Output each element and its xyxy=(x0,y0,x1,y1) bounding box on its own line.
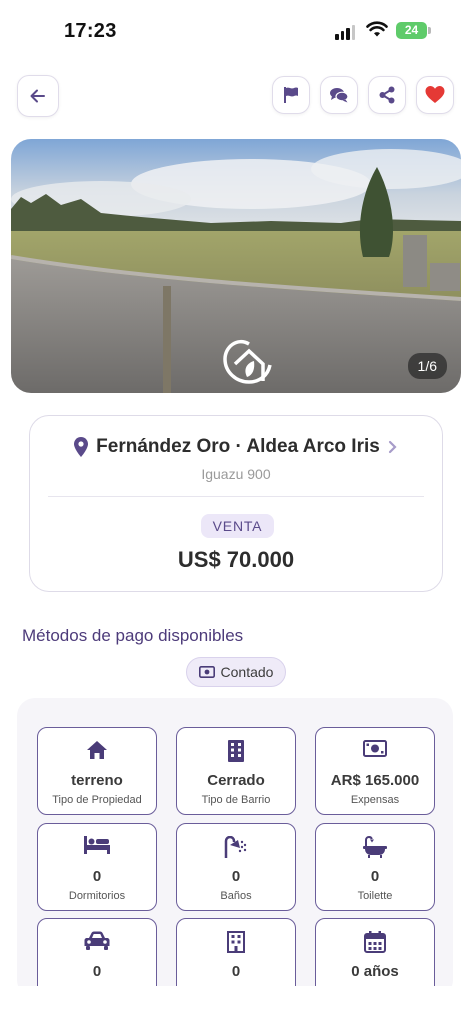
feature-value: 0 años xyxy=(351,963,399,980)
feature-label: Baños xyxy=(220,890,252,902)
share-button[interactable] xyxy=(368,76,406,114)
features-panel: terreno Tipo de Propiedad Cerrado Tipo d… xyxy=(17,698,453,1006)
building-icon xyxy=(228,740,244,762)
car-icon xyxy=(84,931,110,950)
floors-icon xyxy=(227,931,245,953)
feature-value: Cerrado xyxy=(207,772,265,789)
feature-expenses: AR$ 165.000 Expensas xyxy=(315,727,435,815)
feature-bathrooms: 0 Baños xyxy=(176,823,296,911)
feature-value: 0 xyxy=(231,963,241,980)
feature-value: AR$ 165.000 xyxy=(330,772,420,789)
bed-icon xyxy=(84,836,110,854)
feature-label: Expensas xyxy=(350,794,400,806)
property-photo xyxy=(11,139,461,393)
location-link[interactable]: Fernández Oro · Aldea Arco Iris xyxy=(30,436,442,458)
feature-label: Tipo de Barrio xyxy=(201,794,271,806)
arrow-left-icon xyxy=(30,89,45,103)
chat-icon xyxy=(330,88,349,103)
property-detail-screen: 17:23 24 1/6 Fernández Oro · Aldea Arco … xyxy=(0,0,472,1024)
payment-method-label: Contado xyxy=(220,664,274,680)
feature-label: Tipo de Propiedad xyxy=(52,794,142,806)
operation-badge: VENTA xyxy=(201,514,274,538)
feature-value: terreno xyxy=(71,772,123,789)
calendar-icon xyxy=(364,931,386,953)
location-title: Fernández Oro · Aldea Arco Iris xyxy=(96,436,380,457)
status-bar: 17:23 24 xyxy=(0,0,472,62)
photo-gallery[interactable]: 1/6 xyxy=(11,139,461,393)
favorite-button[interactable] xyxy=(416,76,454,114)
feature-value: 0 xyxy=(92,963,102,980)
photo-counter: 1/6 xyxy=(407,353,447,379)
battery-level: 24 xyxy=(404,23,419,37)
bottom-edge xyxy=(0,986,472,1024)
status-time: 17:23 xyxy=(64,20,117,42)
heart-icon xyxy=(425,86,445,103)
feature-bedrooms: 0 Dormitorios xyxy=(37,823,157,911)
price: US$ 70.000 xyxy=(177,547,295,572)
share-icon xyxy=(379,86,395,104)
chat-button[interactable] xyxy=(320,76,358,114)
payment-method-chip: Contado xyxy=(186,657,286,687)
feature-neighborhood-type: Cerrado Tipo de Barrio xyxy=(176,727,296,815)
wifi-icon xyxy=(366,21,388,37)
bathtub-icon xyxy=(363,836,387,858)
flag-icon xyxy=(284,87,298,103)
card-divider xyxy=(48,496,424,497)
house-icon xyxy=(87,741,107,759)
report-button[interactable] xyxy=(272,76,310,114)
feature-label: Toilette xyxy=(357,890,393,902)
listing-card: Fernández Oro · Aldea Arco Iris Iguazu 9… xyxy=(29,415,443,592)
feature-label: Dormitorios xyxy=(68,890,126,902)
cash-icon xyxy=(198,666,215,678)
signal-icon xyxy=(335,24,355,40)
location-pin-icon xyxy=(74,437,89,457)
battery-icon: 24 xyxy=(396,22,431,39)
feature-toilette: 0 Toilette xyxy=(315,823,435,911)
feature-value: 0 xyxy=(231,868,241,885)
payment-methods-title: Métodos de pago disponibles xyxy=(22,626,244,645)
feature-value: 0 xyxy=(92,868,102,885)
feature-value: 0 xyxy=(370,868,380,885)
back-button[interactable] xyxy=(17,75,59,117)
chevron-right-icon xyxy=(388,440,397,454)
address: Iguazu 900 xyxy=(201,466,271,482)
money-icon xyxy=(363,740,387,757)
feature-property-type: terreno Tipo de Propiedad xyxy=(37,727,157,815)
shower-icon xyxy=(224,836,247,858)
